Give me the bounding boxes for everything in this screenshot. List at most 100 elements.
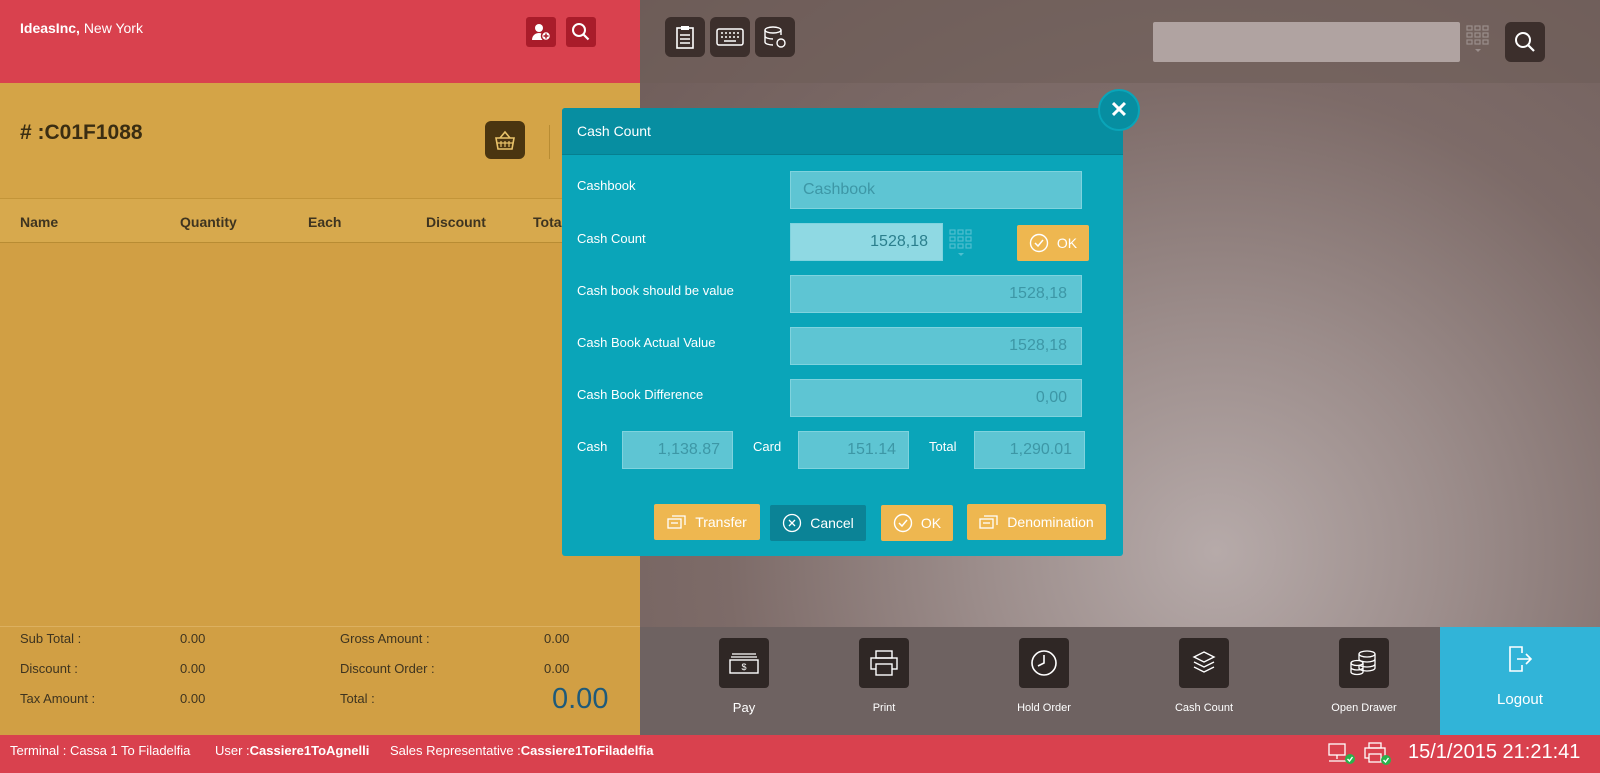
discount-value: 0.00 (180, 661, 206, 676)
cash-count-label: Cash Count (577, 231, 646, 246)
difference-label: Cash Book Difference (577, 387, 704, 402)
logout-label: Logout (1497, 691, 1543, 708)
product-search-button[interactable] (1505, 22, 1545, 62)
transfer-icon (667, 515, 686, 529)
dialog-header: Cash Count (562, 108, 1123, 155)
search-icon (572, 23, 590, 41)
svg-text:$: $ (741, 662, 746, 672)
cash-count-input[interactable]: 1528,18 (790, 223, 943, 261)
sales-rep-value: Cassiere1ToFiladelfia (520, 743, 654, 758)
print-icon (870, 650, 898, 676)
keyboard-button[interactable] (710, 17, 750, 57)
add-customer-button[interactable] (526, 17, 556, 47)
discount-order-label: Discount Order : (340, 661, 435, 676)
grand-total: 0.00 (552, 683, 609, 715)
cancel-label: Cancel (810, 515, 854, 531)
print-icon-box (859, 638, 909, 688)
brand-name: IdeasInc, (20, 20, 80, 36)
pay-button[interactable]: $ Pay (684, 638, 804, 715)
basket-button[interactable] (485, 121, 525, 159)
orders-list-button[interactable] (665, 17, 705, 57)
cash-label: Cash (577, 439, 608, 454)
brand-location: New York (83, 20, 143, 36)
logout-icon (1509, 646, 1533, 672)
keypad-toggle-button[interactable] (1466, 25, 1490, 60)
hold-order-button[interactable]: Hold Order (984, 638, 1104, 714)
gross-amount-value: 0.00 (544, 631, 570, 646)
stack-icon (1192, 651, 1216, 673)
status-bar: Terminal : Cassa 1 To Filadelfia User :C… (0, 735, 1600, 773)
open-drawer-button[interactable]: Open Drawer (1304, 638, 1424, 714)
sales-rep-info: Sales Representative :Cassiere1ToFiladel… (390, 743, 654, 758)
hold-order-icon-box (1019, 638, 1069, 688)
discount-label: Discount : (20, 661, 78, 676)
sync-database-button[interactable] (755, 17, 795, 57)
cash-count-ok-button[interactable]: OK (1017, 225, 1089, 261)
check-circle-icon (1029, 233, 1049, 253)
transfer-button[interactable]: Transfer (654, 504, 760, 540)
open-drawer-icon-box (1339, 638, 1389, 688)
cash-count-ok-label: OK (1056, 235, 1078, 251)
printer-status-icon (1364, 742, 1391, 765)
print-button[interactable]: Print (824, 638, 944, 714)
actual-value-field: 1528,18 (790, 327, 1082, 365)
dialog-title: Cash Count (577, 123, 651, 139)
clock-icon (1031, 650, 1057, 676)
terminal-info: Terminal : Cassa 1 To Filadelfia (10, 743, 191, 758)
cash-count-button[interactable]: Cash Count (1144, 638, 1264, 714)
cash-field: 1,138.87 (622, 431, 733, 469)
column-each: Each (308, 214, 342, 230)
action-bar: $ Pay Print Hold Order Cash Count Open D… (640, 627, 1440, 735)
ok-button[interactable]: OK (881, 505, 953, 541)
column-name: Name (20, 214, 59, 230)
brand: IdeasInc, New York (20, 20, 143, 36)
order-table-header: Name Quantity Each Discount Total (0, 199, 640, 243)
tax-amount-label: Tax Amount : (20, 691, 96, 706)
close-circle-icon (783, 513, 802, 533)
cashbook-field[interactable]: Cashbook (790, 171, 1082, 209)
transfer-label: Transfer (695, 514, 747, 530)
discount-order-value: 0.00 (544, 661, 570, 676)
gross-amount-label: Gross Amount : (340, 631, 430, 646)
cancel-button[interactable]: Cancel (770, 505, 866, 541)
tax-amount-value: 0.00 (180, 691, 206, 706)
left-header: IdeasInc, New York (0, 0, 640, 83)
close-dialog-button[interactable]: ✕ (1098, 89, 1140, 131)
cash-count-dialog: Cash Count Cashbook Cashbook Cash Count … (562, 108, 1123, 556)
difference-field: 0,00 (790, 379, 1082, 417)
card-field: 151.14 (798, 431, 909, 469)
sub-total-value: 0.00 (180, 631, 206, 646)
check-circle-icon (893, 513, 913, 533)
card-label: Card (753, 439, 782, 454)
divider (549, 125, 550, 159)
keypad-icon (1466, 25, 1489, 52)
order-header: # :C01F1088 (0, 83, 640, 199)
datetime: 15/1/2015 21:21:41 (1408, 741, 1581, 763)
user-value: Cassiere1ToAgnelli (249, 743, 370, 758)
ok-label: OK (920, 515, 942, 531)
denomination-label: Denomination (1007, 514, 1094, 530)
keyboard-icon (716, 28, 744, 46)
denomination-button[interactable]: Denomination (967, 504, 1106, 540)
network-status-icon (1328, 743, 1355, 764)
keypad-icon[interactable] (949, 229, 973, 259)
basket-icon (495, 130, 515, 150)
cash-count-label: Cash Count (1174, 702, 1234, 714)
hold-order-label: Hold Order (1017, 702, 1071, 714)
logout-button[interactable]: Logout (1440, 627, 1600, 735)
print-label: Print (872, 702, 896, 714)
add-user-icon (532, 24, 552, 42)
clipboard-icon (676, 26, 694, 49)
money-icon: $ (729, 653, 759, 674)
search-icon (1515, 32, 1535, 52)
user-info: User :Cassiere1ToAgnelli (215, 743, 369, 758)
transfer-icon (979, 515, 998, 529)
should-be-field: 1528,18 (790, 275, 1082, 313)
product-search-input[interactable] (1153, 22, 1460, 62)
pay-label: Pay (732, 700, 756, 715)
cash-count-icon-box (1179, 638, 1229, 688)
open-drawer-label: Open Drawer (1331, 702, 1397, 714)
column-total: Total (533, 214, 566, 230)
sales-rep-label: Sales Representative : (390, 743, 521, 758)
customer-search-button[interactable] (566, 17, 596, 47)
